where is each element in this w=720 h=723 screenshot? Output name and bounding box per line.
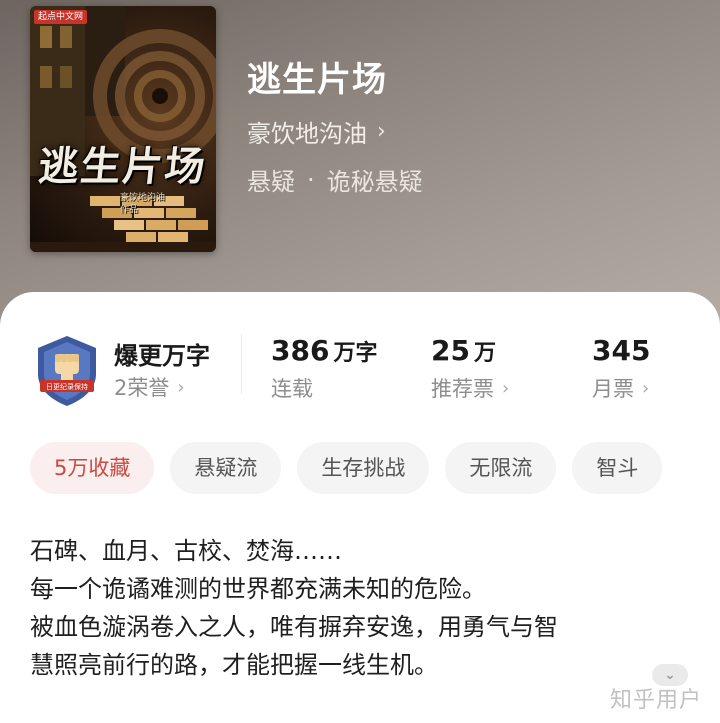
watermark: 知乎用户 <box>610 688 703 713</box>
stat-value: 386 <box>271 334 330 367</box>
stat-label: 连载 <box>271 377 313 401</box>
description-line: 每一个诡谲难测的世界都充满未知的危险。 <box>30 575 486 603</box>
description-line: 石碑、血月、古校、焚海…… <box>30 537 342 565</box>
stat-unit: 万字 <box>333 341 378 366</box>
tag-infinite[interactable]: 无限流 <box>445 442 557 494</box>
tag-suspense[interactable]: 悬疑流 <box>170 442 282 494</box>
stat-unit: 万 <box>473 341 496 366</box>
book-description: 石碑、血月、古校、焚海…… 每一个诡谲难测的世界都充满未知的危险。 被血色漩涡卷… <box>30 532 700 684</box>
chevron-right-icon: › <box>377 119 386 144</box>
honor-count-link[interactable]: 2荣誉 › <box>114 372 185 402</box>
book-info-card: 日更纪录保持 爆更万字 2荣誉 › 386 万字 连载 25 万 推荐票 › 3… <box>0 292 720 723</box>
stats-row: 日更纪录保持 爆更万字 2荣誉 › 386 万字 连载 25 万 推荐票 › 3… <box>0 326 720 416</box>
cover-author-name: 豪饮地沟油 <box>120 193 166 203</box>
description-line: 被血色漩涡卷入之人，唯有摒弃安逸，用勇气与智 <box>30 613 558 641</box>
book-header: 起点中文网 逃生片场 豪饮地沟油 作品 逃生片场 豪饮地沟油 › 悬疑 · 诡秘… <box>0 0 720 330</box>
chevron-right-icon: › <box>642 377 650 399</box>
book-title: 逃生片场 <box>247 60 387 100</box>
chevron-right-icon: › <box>177 376 185 398</box>
stats-divider <box>241 334 242 394</box>
cover-author-suffix: 作品 <box>120 205 139 215</box>
description-line: 慧照亮前行的路，才能把握一线生机。 <box>30 651 438 679</box>
fist-shield-icon[interactable]: 日更纪录保持 <box>34 334 100 408</box>
honor-title: 爆更万字 <box>114 342 210 370</box>
stat-label: 推荐票 <box>431 377 494 401</box>
tag-favorites[interactable]: 5万收藏 <box>30 442 155 494</box>
genre-primary[interactable]: 悬疑 <box>247 162 295 197</box>
genre-secondary[interactable]: 诡秘悬疑 <box>327 162 423 197</box>
publisher-badge: 起点中文网 <box>34 10 88 24</box>
cover-author: 豪饮地沟油 作品 <box>120 192 200 216</box>
genre-separator: · <box>307 165 315 194</box>
honor-count: 2荣誉 <box>114 376 170 400</box>
book-cover[interactable]: 起点中文网 逃生片场 豪饮地沟油 作品 <box>30 6 216 252</box>
stat-monthly-votes[interactable]: 345 月票 › <box>592 334 650 403</box>
chevron-right-icon: › <box>502 377 510 399</box>
stat-recommend-votes[interactable]: 25 万 推荐票 › <box>431 334 509 403</box>
stat-value: 345 <box>592 334 651 367</box>
tag-survival[interactable]: 生存挑战 <box>297 442 430 494</box>
emblem-ribbon-text: 日更纪录保持 <box>46 382 88 391</box>
stat-label: 月票 <box>592 377 634 401</box>
tag-wits[interactable]: 智斗 <box>572 442 663 494</box>
cover-title: 逃生片场 <box>36 143 210 190</box>
stat-word-count: 386 万字 连载 <box>271 334 377 403</box>
author-link[interactable]: 豪饮地沟油 › <box>247 114 386 149</box>
tag-list: 5万收藏 悬疑流 生存挑战 无限流 智斗 <box>30 442 678 494</box>
author-name: 豪饮地沟油 <box>247 120 367 148</box>
stat-value: 25 <box>431 334 470 367</box>
genre-line: 悬疑 · 诡秘悬疑 <box>247 162 423 197</box>
